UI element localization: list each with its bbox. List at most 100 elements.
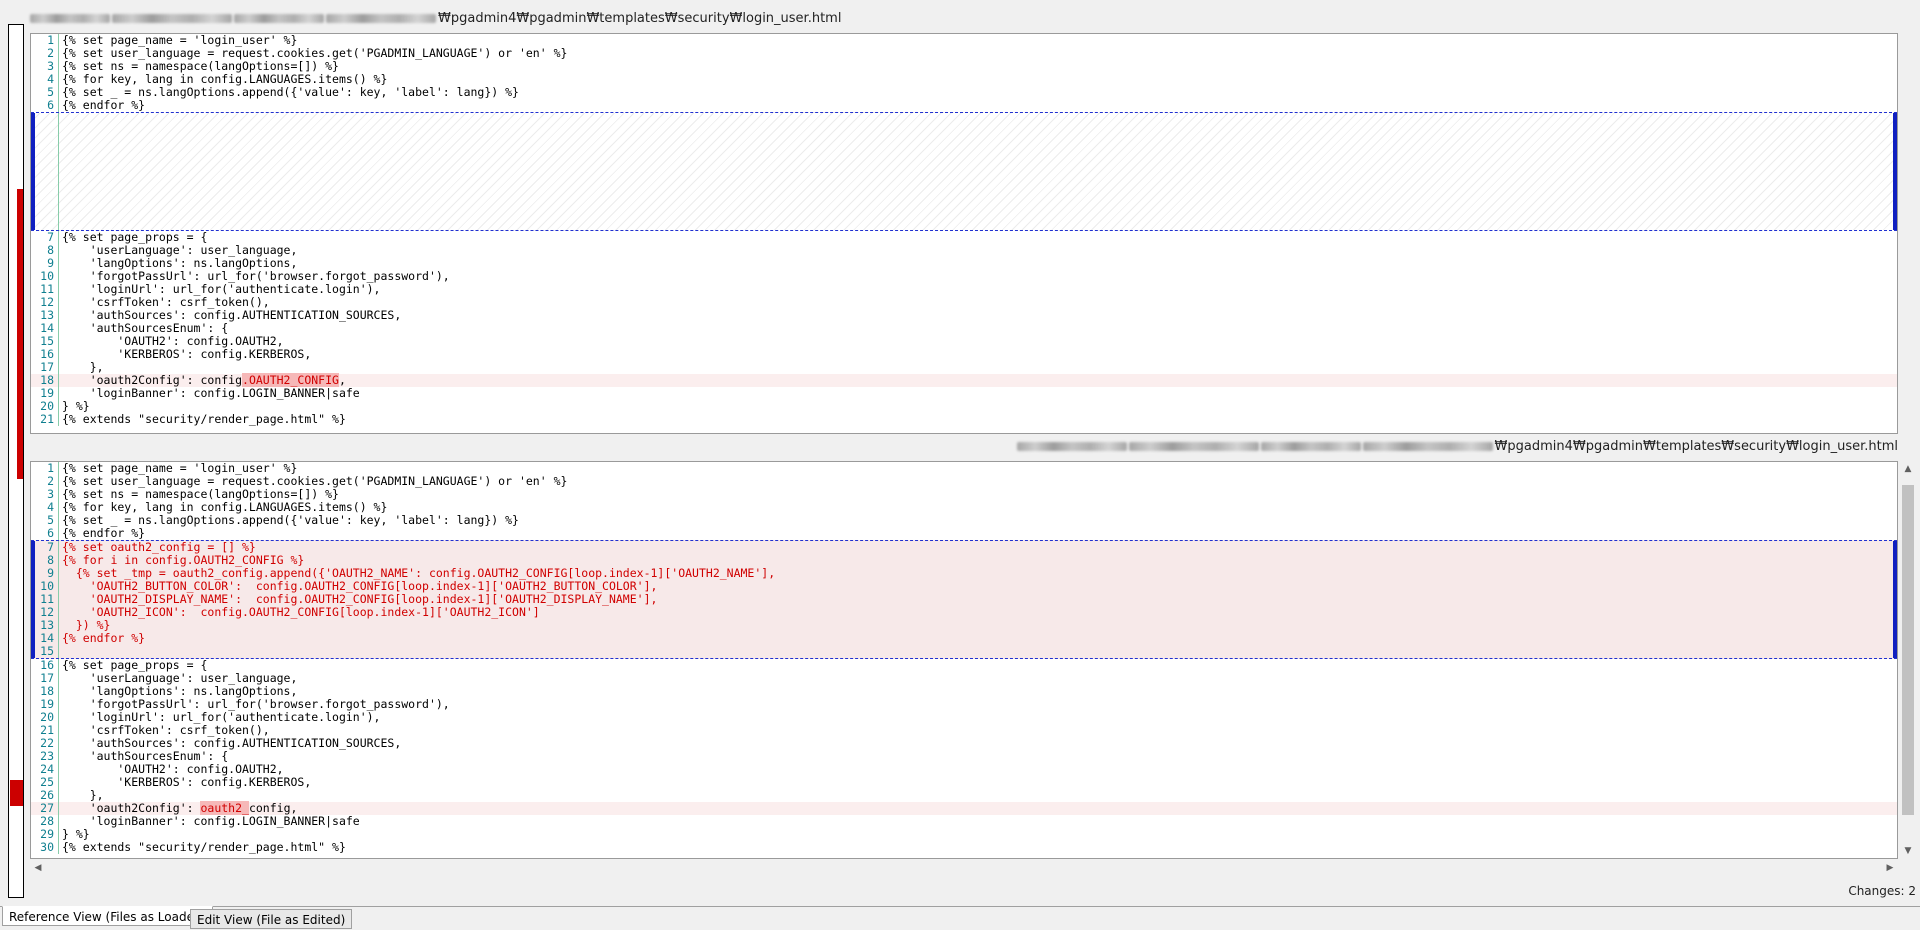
code-text[interactable]: {% extends "security/render_page.html" %… bbox=[59, 841, 1897, 854]
line-number: 6 bbox=[31, 99, 59, 112]
line-number: 3 bbox=[31, 488, 59, 501]
inserted-lines-placeholder bbox=[31, 112, 1897, 231]
line-number: 5 bbox=[31, 86, 59, 99]
vertical-scrollbar[interactable]: ▲ ▼ bbox=[1900, 461, 1916, 859]
tab-reference-view[interactable]: Reference View (Files as Loaded) bbox=[2, 906, 214, 926]
code-text[interactable]: {% set _ = ns.langOptions.append({'value… bbox=[59, 514, 1897, 527]
code-line[interactable]: 7 {% set oauth2_config = [] %} bbox=[31, 541, 1897, 554]
line-number: 8 bbox=[31, 554, 59, 567]
code-line[interactable]: 7 {% set page_props = { bbox=[31, 231, 1897, 244]
code-text[interactable]: }) %} bbox=[59, 619, 1897, 632]
code-line[interactable]: 17 'userLanguage': user_language, bbox=[31, 672, 1897, 685]
reference-file-path: ₩pgadmin4₩pgadmin₩templates₩security₩log… bbox=[30, 9, 841, 27]
code-text[interactable]: 'authSourcesEnum': { bbox=[59, 750, 1897, 763]
code-text[interactable]: {% set _ = ns.langOptions.append({'value… bbox=[59, 86, 1897, 99]
change-block-marker bbox=[31, 113, 35, 230]
line-number: 1 bbox=[31, 34, 59, 47]
scroll-left-arrow-icon[interactable]: ◀ bbox=[30, 860, 46, 876]
line-number: 30 bbox=[31, 841, 59, 854]
line-number: 1 bbox=[31, 462, 59, 475]
code-text[interactable]: 'loginUrl': url_for('authenticate.login'… bbox=[59, 283, 1897, 296]
redacted-path bbox=[30, 13, 110, 23]
line-number: 5 bbox=[31, 514, 59, 527]
changes-count: Changes: 2 bbox=[1848, 884, 1916, 898]
code-text[interactable]: 'OAUTH2': config.OAUTH2, bbox=[59, 763, 1897, 776]
code-line[interactable]: 23 'authSourcesEnum': { bbox=[31, 750, 1897, 763]
code-text[interactable]: 'loginBanner': config.LOGIN_BANNER|safe bbox=[59, 815, 1897, 828]
code-text[interactable]: 'authSources': config.AUTHENTICATION_SOU… bbox=[59, 309, 1897, 322]
code-text[interactable]: 'OAUTH2_ICON': config.OAUTH2_CONFIG[loop… bbox=[59, 606, 1897, 619]
change-block-marker bbox=[1893, 541, 1897, 658]
code-text[interactable]: 'loginBanner': config.LOGIN_BANNER|safe bbox=[59, 387, 1897, 400]
reference-pane[interactable]: 1 {% set page_name = 'login_user' %} 2 {% s… bbox=[30, 33, 1898, 434]
code-line[interactable]: 11 'loginUrl': url_for('authenticate.log… bbox=[31, 283, 1897, 296]
code-text[interactable]: 'userLanguage': user_language, bbox=[59, 672, 1897, 685]
code-line[interactable]: 13 }) %} bbox=[31, 619, 1897, 632]
code-line[interactable]: 21 {% extends "security/render_page.html"… bbox=[31, 413, 1897, 426]
code-line[interactable]: 14 'authSourcesEnum': { bbox=[31, 322, 1897, 335]
overview-change-marker[interactable] bbox=[17, 189, 23, 479]
code-line[interactable]: 20 'loginUrl': url_for('authenticate.log… bbox=[31, 711, 1897, 724]
code-text[interactable]: 'KERBEROS': config.KERBEROS, bbox=[59, 348, 1897, 361]
code-text[interactable]: {% set oauth2_config = [] %} bbox=[59, 541, 1897, 554]
line-number: 2 bbox=[31, 47, 59, 60]
code-line[interactable]: 5 {% set _ = ns.langOptions.append({'valu… bbox=[31, 514, 1897, 527]
code-line[interactable]: 5 {% set _ = ns.langOptions.append({'valu… bbox=[31, 86, 1897, 99]
code-text[interactable]: {% extends "security/render_page.html" %… bbox=[59, 413, 1897, 426]
code-line[interactable]: 14 {% endfor %} bbox=[31, 632, 1897, 645]
diff-overview-bar[interactable] bbox=[8, 24, 24, 898]
line-number: 6 bbox=[31, 527, 59, 540]
code-line[interactable]: 6 {% endfor %} bbox=[31, 527, 1897, 540]
line-number: 7 bbox=[31, 231, 59, 244]
diff-highlight: oauth2_ bbox=[200, 801, 249, 815]
code-text[interactable]: {% endfor %} bbox=[59, 99, 1897, 112]
change-block-marker bbox=[31, 541, 35, 658]
code-text[interactable]: 'OAUTH2': config.OAUTH2, bbox=[59, 335, 1897, 348]
code-line[interactable]: 13 'authSources': config.AUTHENTICATION_… bbox=[31, 309, 1897, 322]
code-text[interactable]: {% endfor %} bbox=[59, 527, 1897, 540]
line-number: 15 bbox=[31, 645, 59, 658]
edit-pane[interactable]: 1 {% set page_name = 'login_user' %} 2 {% s… bbox=[30, 461, 1898, 859]
redacted-path bbox=[1016, 441, 1127, 451]
scroll-up-arrow-icon[interactable]: ▲ bbox=[1900, 461, 1916, 477]
line-number: 21 bbox=[31, 413, 59, 426]
edit-path-text: ₩pgadmin4₩pgadmin₩templates₩security₩log… bbox=[1494, 438, 1898, 454]
scroll-right-arrow-icon[interactable]: ▶ bbox=[1882, 860, 1898, 876]
edit-file-path: ₩pgadmin4₩pgadmin₩templates₩security₩log… bbox=[1016, 437, 1898, 455]
line-number: 8 bbox=[31, 244, 59, 257]
code-line[interactable]: 22 'authSources': config.AUTHENTICATION_… bbox=[31, 737, 1897, 750]
code-line[interactable]: 25 'KERBEROS': config.KERBEROS, bbox=[31, 776, 1897, 789]
line-number: 4 bbox=[31, 73, 59, 86]
scroll-down-arrow-icon[interactable]: ▼ bbox=[1900, 843, 1916, 859]
code-line[interactable]: 19 'loginBanner': config.LOGIN_BANNER|sa… bbox=[31, 387, 1897, 400]
diff-highlight: .OAUTH2_CONFIG bbox=[242, 373, 339, 387]
overview-change-marker[interactable] bbox=[10, 780, 23, 806]
scrollbar-thumb[interactable] bbox=[1902, 485, 1914, 815]
code-text[interactable] bbox=[59, 645, 1897, 658]
code-text[interactable]: }, bbox=[59, 789, 1897, 802]
code-text[interactable]: {% endfor %} bbox=[59, 632, 1897, 645]
code-line[interactable]: 16 'KERBEROS': config.KERBEROS, bbox=[31, 348, 1897, 361]
line-number: 3 bbox=[31, 60, 59, 73]
code-text[interactable]: 'authSourcesEnum': { bbox=[59, 322, 1897, 335]
code-line[interactable]: 8 'userLanguage': user_language, bbox=[31, 244, 1897, 257]
code-line[interactable]: 16 {% set page_props = { bbox=[31, 659, 1897, 672]
code-line[interactable]: 15 bbox=[31, 645, 1897, 658]
inserted-lines-block: 7 {% set oauth2_config = [] %} 8 {% for i i… bbox=[31, 540, 1897, 659]
code-line[interactable]: 26 }, bbox=[31, 789, 1897, 802]
code-line[interactable]: 28 'loginBanner': config.LOGIN_BANNER|sa… bbox=[31, 815, 1897, 828]
code-line[interactable]: 6 {% endfor %} bbox=[31, 99, 1897, 112]
change-block-marker bbox=[1893, 113, 1897, 230]
code-line[interactable]: 12 'OAUTH2_ICON': config.OAUTH2_CONFIG[l… bbox=[31, 606, 1897, 619]
code-text[interactable]: 'authSources': config.AUTHENTICATION_SOU… bbox=[59, 737, 1897, 750]
code-text[interactable]: 'KERBEROS': config.KERBEROS, bbox=[59, 776, 1897, 789]
view-tabs: Reference View (Files as Loaded) Edit Vi… bbox=[0, 906, 1920, 929]
tab-edit-view[interactable]: Edit View (File as Edited) bbox=[190, 909, 353, 929]
code-text[interactable]: {% set page_props = { bbox=[59, 231, 1897, 244]
code-text[interactable]: {% set page_props = { bbox=[59, 659, 1897, 672]
code-text[interactable]: 'userLanguage': user_language, bbox=[59, 244, 1897, 257]
code-text[interactable]: 'loginUrl': url_for('authenticate.login'… bbox=[59, 711, 1897, 724]
horizontal-scrollbar[interactable]: ◀ ▶ bbox=[30, 860, 1898, 876]
code-line[interactable]: 30 {% extends "security/render_page.html"… bbox=[31, 841, 1897, 854]
reference-path-text: ₩pgadmin4₩pgadmin₩templates₩security₩log… bbox=[438, 10, 842, 26]
